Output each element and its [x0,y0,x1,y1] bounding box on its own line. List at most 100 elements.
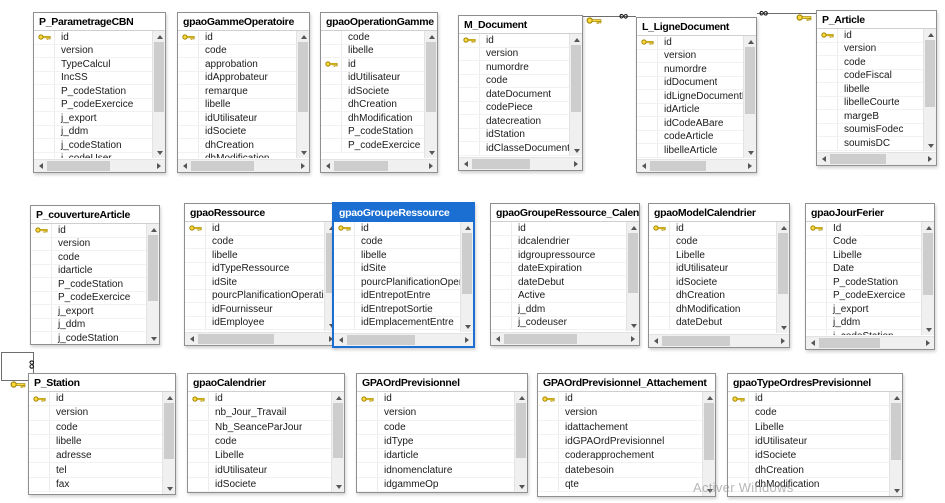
scrollbar-thumb[interactable] [778,233,788,294]
field-row[interactable]: tel [29,463,162,477]
field-row[interactable]: dateDebut [649,317,776,331]
scroll-down-icon[interactable] [924,140,937,151]
table-gpaoOperationGamme[interactable]: gpaoOperationGammecodelibelleididUtilisa… [320,12,438,173]
relation-line-station-self-reference[interactable] [1,352,2,381]
field-row[interactable]: idCodeABare [637,117,743,131]
scroll-left-icon[interactable] [321,160,334,173]
field-row[interactable]: libelleArticle [637,144,743,158]
table-P_Article[interactable]: P_ArticleidversioncodecodeFiscallibellel… [816,10,937,166]
field-row[interactable]: code [334,236,460,250]
scroll-left-icon[interactable] [491,333,504,346]
field-row[interactable]: dateExpiration [491,263,626,277]
scrollbar-thumb[interactable] [571,45,581,112]
field-row[interactable]: libelleCourte [817,97,923,111]
table-header[interactable]: gpaoGroupeRessource_Calend [491,204,639,222]
field-row[interactable]: datebesoin [538,463,702,477]
field-row[interactable]: dhCreation [649,290,776,304]
table-GPAOrdPrevisionnel[interactable]: GPAOrdPrevisionnelidversioncodeidTypeida… [356,373,528,493]
table-header[interactable]: gpaoOperationGamme [321,13,437,31]
scrollbar-track[interactable] [334,160,424,172]
field-row[interactable]: dhModification [321,112,424,126]
scroll-down-icon[interactable] [777,322,790,333]
scrollbar-thumb[interactable] [745,47,755,114]
field-row[interactable]: pourcPlanificationOperation [334,276,460,290]
field-row[interactable]: idLigneDocumentPere [637,90,743,104]
field-row[interactable]: idEmplacementEntre [334,317,460,331]
scrollbar-track[interactable] [47,160,152,172]
scroll-down-icon[interactable] [163,483,176,494]
field-row[interactable]: id [728,392,889,406]
field-row[interactable]: qte [538,478,702,492]
field-row[interactable]: dhModification [649,303,776,317]
scroll-left-icon[interactable] [178,160,191,173]
field-row[interactable]: j_ddm [34,126,152,140]
field-row[interactable]: idUtilisateur [728,435,889,449]
field-row[interactable]: idGPAOrdPrevisionnel [538,435,702,449]
scroll-right-icon[interactable] [424,160,437,173]
vertical-scrollbar[interactable] [776,222,789,333]
field-row[interactable]: id [817,29,923,43]
field-row[interactable]: j_codeUser [34,153,152,159]
field-row[interactable]: P_codeStation [806,276,921,290]
table-header[interactable]: gpaoTypeOrdresPrevisionnel [728,374,902,392]
scroll-down-icon[interactable] [461,321,474,332]
table-header[interactable]: gpaoRessource [185,204,337,222]
table-GPAOrdPrevisionnel_Attachement[interactable]: GPAOrdPrevisionnel_Attachementidversioni… [537,373,716,497]
field-row[interactable]: j_codeStation [31,332,146,344]
scrollbar-thumb[interactable] [830,154,886,164]
relation-line-station-self-reference[interactable] [1,352,34,353]
horizontal-scrollbar[interactable] [806,336,934,349]
field-row[interactable]: margeB [817,110,923,124]
scrollbar-thumb[interactable] [191,161,254,171]
field-row[interactable]: adresse [29,449,162,463]
field-row[interactable]: version [29,406,162,420]
field-row[interactable]: dhCreation [321,99,424,113]
scrollbar-thumb[interactable] [334,161,388,171]
field-row[interactable]: idType [357,435,514,449]
scrollbar-thumb[interactable] [462,233,472,294]
scroll-down-icon[interactable] [515,481,528,492]
field-row[interactable]: j_ddm [806,317,921,331]
field-row[interactable]: code [29,421,162,435]
field-row[interactable]: TypeCalcul [34,58,152,72]
scrollbar-track[interactable] [504,333,626,345]
field-row[interactable]: id [459,34,569,48]
scrollbar-thumb[interactable] [426,42,436,112]
field-row[interactable]: idStation [459,129,569,143]
field-row[interactable]: P_codeStation [321,126,424,140]
scrollbar-thumb[interactable] [154,42,164,112]
scroll-up-icon[interactable] [163,392,176,403]
field-row[interactable]: idSociete [649,276,776,290]
field-row[interactable]: idattachement [538,421,702,435]
field-row[interactable]: idEmployee [185,317,324,331]
field-row[interactable]: id [31,224,146,238]
field-row[interactable]: id [538,392,702,406]
horizontal-scrollbar[interactable] [459,157,582,170]
field-row[interactable]: id [491,222,626,236]
field-row[interactable]: idUtilisateur [178,112,296,126]
vertical-scrollbar[interactable] [152,31,165,158]
field-row[interactable]: idcalendrier [491,236,626,250]
scroll-left-icon[interactable] [817,153,830,166]
scroll-left-icon[interactable] [334,334,347,347]
scroll-up-icon[interactable] [924,29,937,40]
scroll-down-icon[interactable] [147,333,160,344]
vertical-scrollbar[interactable] [626,222,639,331]
field-row[interactable]: code [178,45,296,59]
field-row[interactable]: version [637,50,743,64]
field-row[interactable]: idEntrepotEntre [334,290,460,304]
scroll-down-icon[interactable] [425,147,438,158]
scrollbar-track[interactable] [819,337,921,349]
table-header[interactable]: L_LigneDocument [637,18,756,36]
field-row[interactable]: j_ddm [491,303,626,317]
field-row[interactable]: libelle [334,249,460,263]
field-row[interactable]: version [357,406,514,420]
field-row[interactable]: idUtilisateur [649,263,776,277]
field-row[interactable]: Code [806,236,921,250]
horizontal-scrollbar[interactable] [817,152,936,165]
field-row[interactable]: idSite [185,276,324,290]
scrollbar-track[interactable] [191,160,296,172]
scroll-up-icon[interactable] [425,31,438,42]
field-row[interactable]: Nb_SeanceParJour [188,421,331,435]
scrollbar-thumb[interactable] [148,235,158,301]
